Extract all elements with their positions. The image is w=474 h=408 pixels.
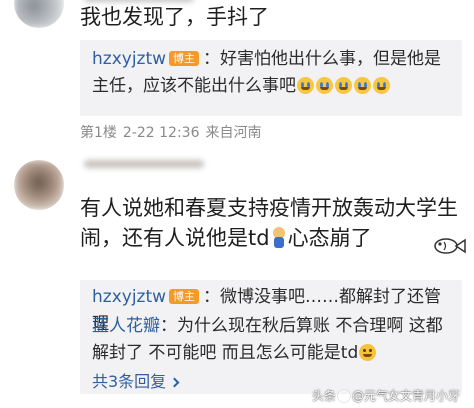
cry-emoji-icon (297, 77, 314, 94)
comment-meta: 第1楼 2-22 12:36 来自河南 (80, 122, 268, 142)
comment-text-part: 有人说她和春夏支持疫情开放轰动大学生闹，还有人说他是td (80, 196, 458, 250)
blogger-badge: 博主 (169, 289, 200, 304)
comment-text: 有人说她和春夏支持疫情开放轰动大学生闹，还有人说他是td 心态崩了 (80, 193, 458, 253)
comment-text-part: 心态崩了 (287, 226, 372, 250)
view-replies-link[interactable]: 共3条回复 (92, 368, 180, 392)
reply-username[interactable]: hzxyjztw (92, 49, 166, 69)
fish-icon[interactable] (432, 236, 466, 256)
comment-text: 我也发现了，手抖了 (80, 5, 269, 29)
reply-item: hzxyjztw 博主 ：好害怕他出什么事，但是他是主任，应该不能出什么事吧 (92, 46, 454, 100)
person-emoji-icon (272, 227, 286, 249)
cry-emoji-icon (316, 77, 333, 94)
watermark-prefix: 头条 (311, 389, 336, 403)
floor-number: 第1楼 (80, 125, 117, 141)
cry-emoji-icon (354, 77, 371, 94)
cry-emoji-icon (335, 77, 352, 94)
cry-emoji-icon (373, 77, 390, 94)
reply-item: 蓝人花瓣：为什么现在秋后算账 不合理啊 这都解封了 不可能吧 而且怎么可能是td (92, 313, 454, 367)
laugh-emoji-icon (359, 344, 377, 361)
blogger-badge: 博主 (169, 51, 200, 66)
watermark: 头条 @元气女文青月小牙 (312, 387, 460, 404)
location: 来自河南 (205, 125, 262, 141)
username-blurred (84, 160, 204, 168)
watermark-text: @元气女文青月小牙 (351, 389, 460, 403)
avatar[interactable] (14, 0, 64, 28)
chevron-right-icon (169, 377, 180, 388)
reply-username[interactable]: hzxyjztw (92, 287, 166, 307)
reply-box[interactable]: hzxyjztw 博主 ：好害怕他出什么事，但是他是主任，应该不能出什么事吧 (80, 40, 462, 116)
camera-icon (337, 390, 350, 402)
reply-box[interactable]: hzxyjztw 博主 ：微博没事吧……都解封了还管理 蓝人花瓣：为什么现在秋后算账… (80, 280, 462, 394)
avatar[interactable] (14, 160, 64, 210)
reply-username[interactable]: 蓝人花瓣 (92, 316, 160, 336)
timestamp: 2-22 12:36 (122, 125, 200, 141)
view-replies-label: 共3条回复 (92, 372, 167, 391)
